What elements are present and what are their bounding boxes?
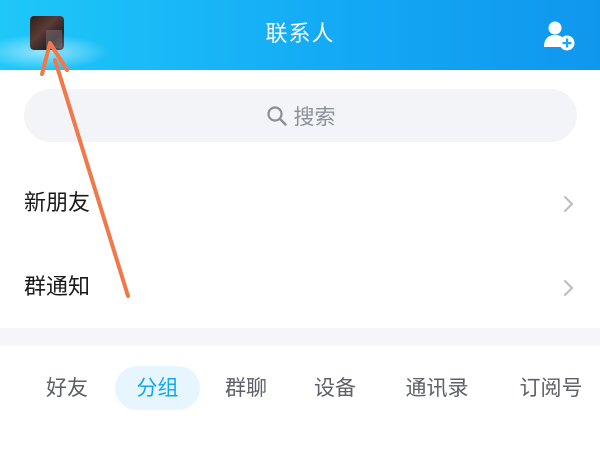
chevron-right-icon — [564, 280, 573, 296]
contacts-screen: 联系人 搜索 新朋友 群通知 好友 分组 群聊 设备 通讯录 订阅号 — [0, 0, 600, 450]
search-placeholder: 搜索 — [293, 104, 336, 129]
section-divider — [0, 328, 600, 346]
tab-devices[interactable]: 设备 — [304, 366, 366, 410]
tab-address-book[interactable]: 通讯录 — [394, 366, 480, 410]
tab-groups[interactable]: 分组 — [115, 366, 200, 410]
add-contact-icon[interactable] — [542, 18, 576, 52]
contact-tabs: 好友 分组 群聊 设备 通讯录 订阅号 — [0, 346, 600, 450]
list-item-group-notices[interactable]: 群通知 — [0, 246, 600, 330]
header-bar: 联系人 — [0, 0, 600, 70]
tab-group-chats[interactable]: 群聊 — [215, 366, 277, 410]
tab-subscriptions[interactable]: 订阅号 — [508, 366, 594, 410]
list-item-label: 群通知 — [24, 275, 91, 300]
tab-friends[interactable]: 好友 — [36, 366, 98, 410]
list-item-label: 新朋友 — [24, 191, 91, 216]
page-title: 联系人 — [265, 22, 335, 47]
list-item-new-friends[interactable]: 新朋友 — [0, 162, 600, 246]
search-icon — [266, 105, 287, 126]
search-bar[interactable]: 搜索 — [24, 89, 577, 142]
chevron-right-icon — [564, 196, 573, 212]
